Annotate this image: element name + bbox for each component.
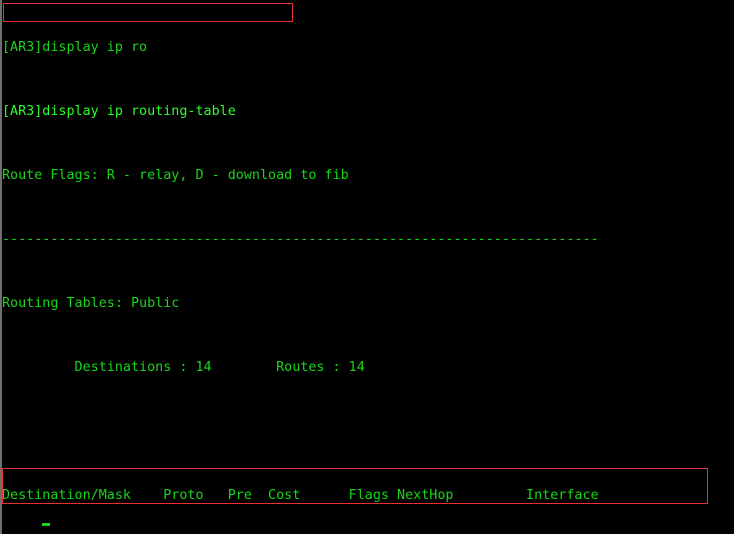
destinations-routes-counts: Destinations : 14 Routes : 14 (2, 360, 365, 375)
route-flags-line: Route Flags: R - relay, D - download to … (2, 168, 349, 183)
terminal-cursor (42, 523, 50, 526)
blank-line-1 (2, 424, 734, 440)
terminal-window[interactable]: [AR3]display ip ro [AR3]display ip routi… (0, 0, 734, 534)
separator-line: ----------------------------------------… (2, 232, 599, 247)
command-line[interactable]: [AR3]display ip routing-table (2, 104, 734, 120)
table-header-row: Destination/Mask Proto Pre Cost Flags Ne… (2, 488, 599, 503)
terminal-left-gutter (0, 0, 2, 534)
routing-tables-line: Routing Tables: Public (2, 296, 180, 311)
scrollback-clipped-line: [AR3]display ip ro (2, 40, 148, 55)
terminal-screen[interactable]: [AR3]display ip ro [AR3]display ip routi… (2, 0, 734, 534)
